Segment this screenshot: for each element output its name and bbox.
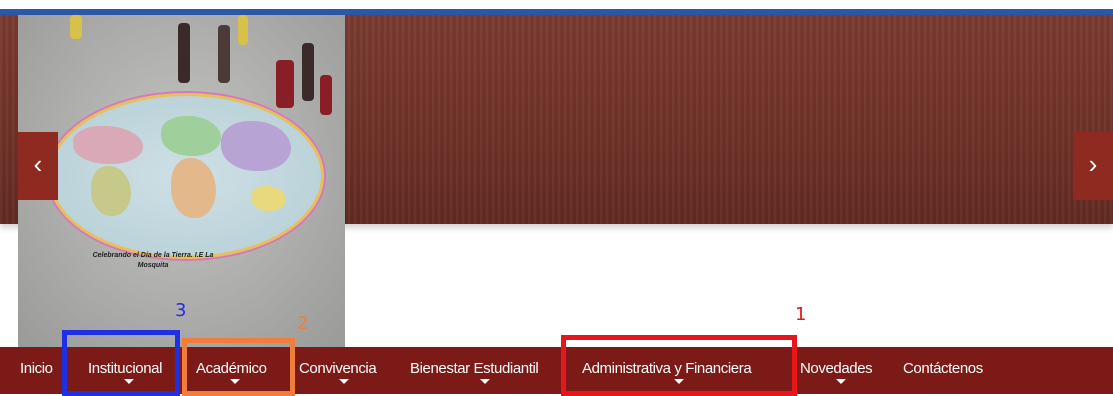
nav-item-administrativa-financiera[interactable]: Administrativa y Financiera bbox=[582, 347, 752, 394]
chevron-left-icon: ‹ bbox=[33, 149, 43, 179]
nav-item-label: Inicio bbox=[20, 360, 53, 377]
nav-item-label: Institucional bbox=[88, 360, 163, 377]
caption-line-2: Mosquita bbox=[137, 262, 169, 269]
caret-down-icon bbox=[230, 379, 240, 384]
nav-item-academico[interactable]: Académico bbox=[196, 347, 267, 394]
nav-item-label: Novedades bbox=[800, 360, 873, 377]
nav-item-convivencia[interactable]: Convivencia bbox=[299, 347, 377, 394]
slider-next-button[interactable]: › bbox=[1073, 132, 1113, 200]
annotation-number-1: 1 bbox=[795, 304, 807, 325]
nav-item-label: Convivencia bbox=[299, 360, 377, 377]
slide-photo: Celebrando el Día de la Tierra. I.E La M… bbox=[18, 15, 345, 347]
annotation-number-2: 2 bbox=[297, 313, 309, 334]
nav-item-label: Administrativa y Financiera bbox=[582, 360, 752, 377]
nav-item-label: Bienestar Estudiantil bbox=[410, 360, 539, 377]
photo-caption: Celebrando el Día de la Tierra. I.E La M… bbox=[68, 251, 238, 271]
nav-item-label: Académico bbox=[196, 360, 267, 377]
caret-down-icon bbox=[836, 379, 846, 384]
top-bar bbox=[0, 0, 1113, 15]
nav-item-contactenos[interactable]: Contáctenos bbox=[903, 347, 983, 394]
nav-item-bienestar-estudiantil[interactable]: Bienestar Estudiantil bbox=[410, 347, 539, 394]
caret-down-icon bbox=[674, 379, 684, 384]
chalk-world-map bbox=[48, 93, 324, 259]
nav-item-inicio[interactable]: Inicio bbox=[20, 347, 53, 394]
slider-prev-button[interactable]: ‹ bbox=[18, 132, 58, 200]
caret-down-icon bbox=[339, 379, 349, 384]
caret-down-icon bbox=[124, 379, 134, 384]
annotation-number-3: 3 bbox=[175, 300, 187, 321]
caret-down-icon bbox=[480, 379, 490, 384]
nav-item-label: Contáctenos bbox=[903, 360, 983, 377]
nav-item-novedades[interactable]: Novedades bbox=[800, 347, 873, 394]
caption-line-1: Celebrando el Día de la Tierra. I.E La bbox=[92, 252, 214, 259]
chevron-right-icon: › bbox=[1088, 149, 1098, 179]
nav-item-institucional[interactable]: Institucional bbox=[88, 347, 162, 394]
